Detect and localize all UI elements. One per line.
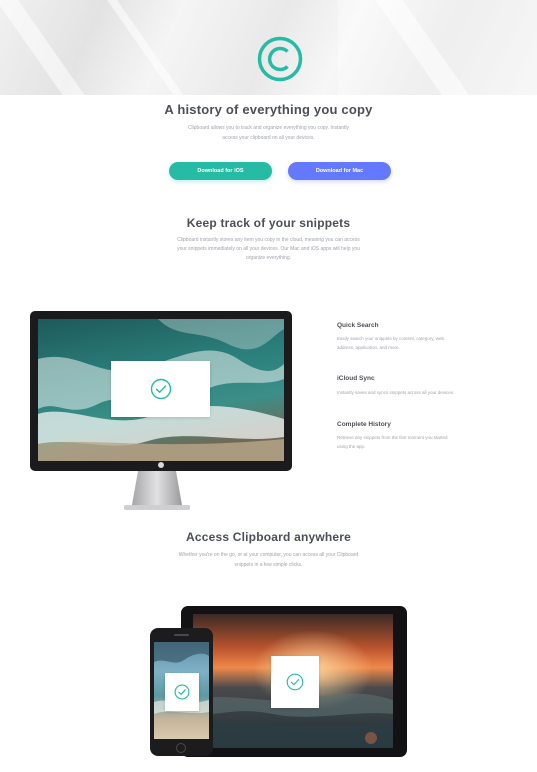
feature-icloud-sync-title: iCloud Sync	[337, 375, 375, 382]
feature-complete-history-text-2: using the app.	[337, 444, 366, 449]
feature-quick-search-text-1: Easily search your snippets by content, …	[337, 336, 444, 341]
snippets-title: Keep track of your snippets	[186, 216, 351, 230]
clipboard-logo-icon	[257, 36, 303, 82]
feature-complete-history-text-1: Retrieve any snippets from the first mom…	[337, 435, 448, 440]
access-title: Access Clipboard anywhere	[185, 530, 352, 544]
checkmark-icon	[286, 673, 304, 691]
feature-icloud-sync-text: Instantly saves and syncs snippets acros…	[337, 390, 455, 395]
phone-app-card	[165, 673, 199, 711]
download-mac-button[interactable]: Download for Mac	[288, 162, 391, 180]
monitor-stand	[124, 471, 190, 510]
phone-home-button	[176, 743, 186, 753]
snippets-text-line3: organize everything.	[245, 255, 292, 261]
tablet-app-card	[271, 656, 319, 708]
hero-subtitle-line1: Clipboard allows you to track and organi…	[187, 125, 350, 131]
feature-complete-history-title: Complete History	[337, 421, 391, 428]
feature-quick-search-title: Quick Search	[337, 322, 379, 329]
monitor-app-card	[111, 361, 210, 417]
checkmark-icon	[150, 378, 171, 400]
apple-logo-icon	[158, 462, 164, 468]
hero-title: A history of everything you copy	[164, 102, 373, 117]
access-text-line2: snippets in a few simple clicks.	[234, 562, 303, 568]
download-ios-button[interactable]: Download for iOS	[169, 162, 272, 180]
feature-quick-search-text-2: address, application, and more.	[337, 345, 400, 350]
phone-speaker	[174, 634, 189, 636]
checkmark-icon	[174, 684, 190, 700]
access-text-line1: Whether you're on the go, or at your com…	[178, 552, 359, 558]
hero-subtitle-line2: access your clipboard on all your device…	[222, 135, 315, 141]
